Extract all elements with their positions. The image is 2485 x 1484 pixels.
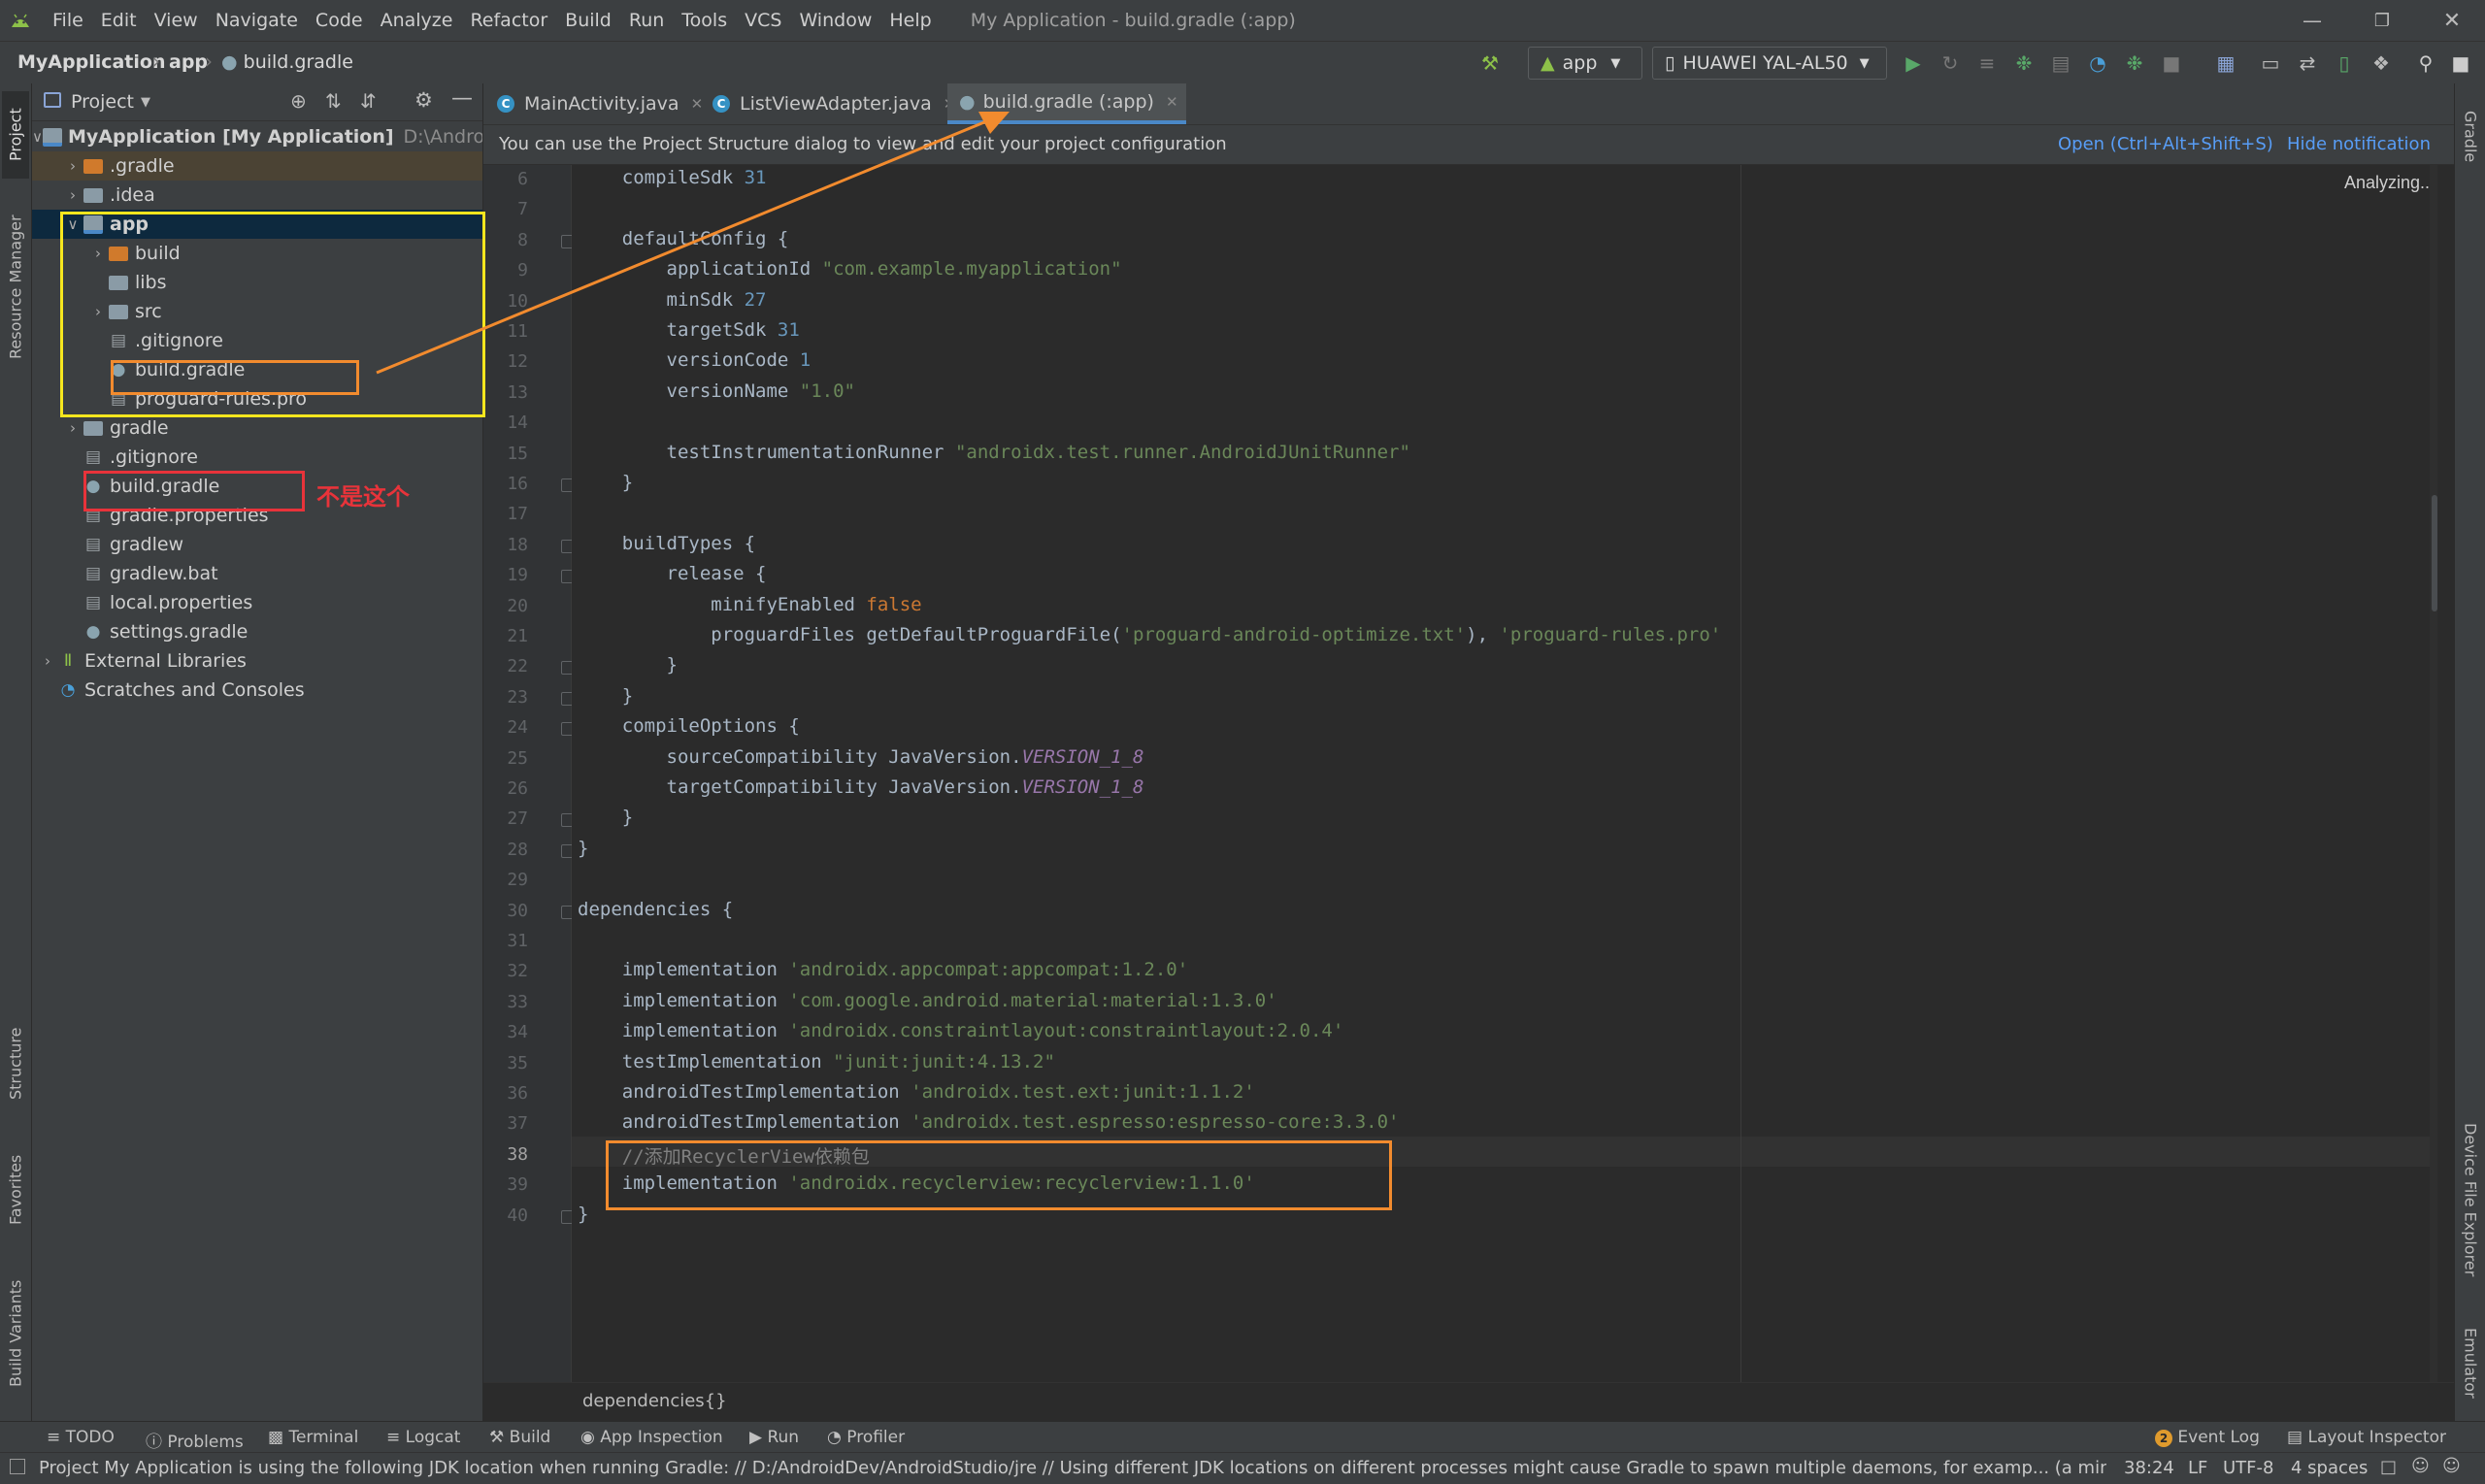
annotation-arrow (376, 112, 1010, 375)
